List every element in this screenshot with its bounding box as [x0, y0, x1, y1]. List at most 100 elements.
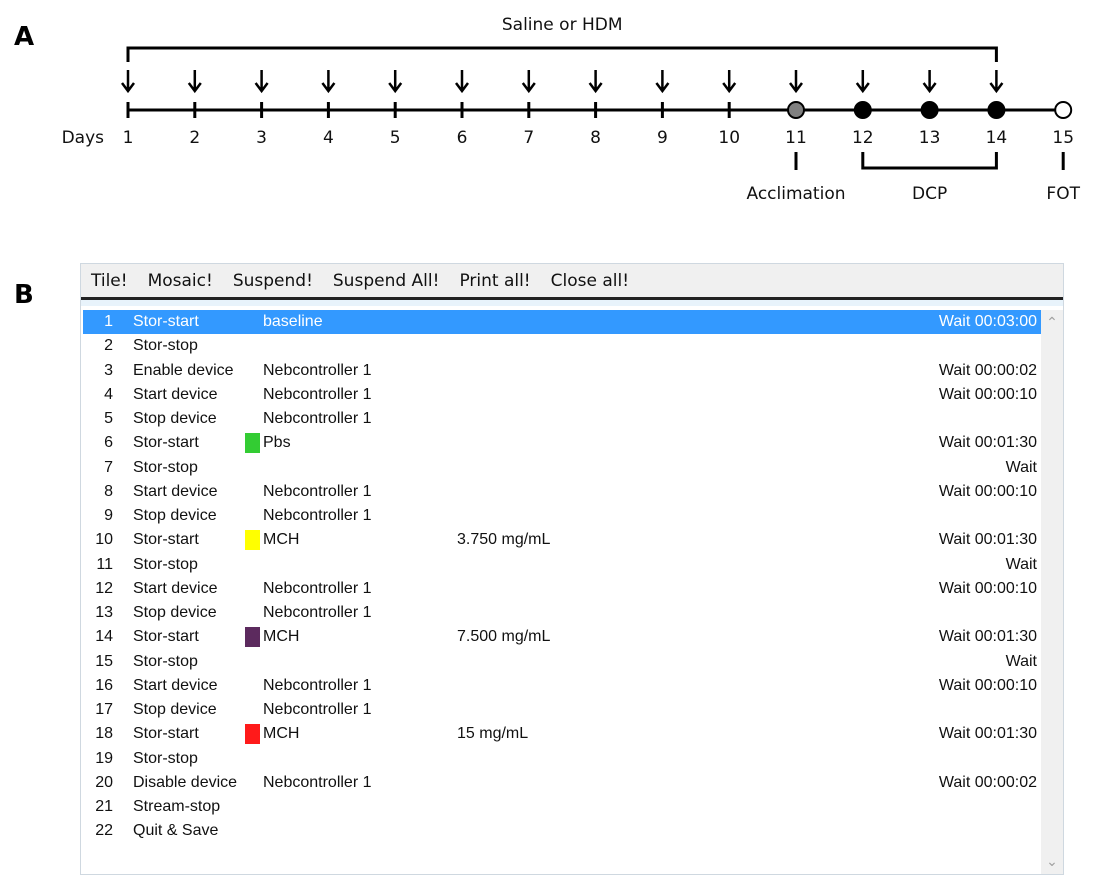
menu-item-suspend-all[interactable]: Suspend All! — [333, 271, 440, 291]
down-arrow-icon — [187, 70, 202, 94]
step-parameter: Pbs — [263, 434, 291, 452]
menu-item-mosaic[interactable]: Mosaic! — [148, 271, 213, 291]
step-number: 22 — [95, 822, 113, 840]
step-number: 9 — [104, 507, 113, 524]
step-concentration: 3.750 mg/mL — [457, 531, 551, 549]
step-row[interactable]: 14 Stor-start MCH 7.500 mg/mL Wait 00:01:30 — [83, 625, 1041, 649]
down-arrow-icon — [789, 70, 803, 94]
color-swatch — [245, 724, 260, 745]
step-row[interactable]: 21 Stream-stop — [83, 795, 1041, 819]
step-row[interactable]: 4 Start device Nebcontroller 1 Wait 00:00:1… — [83, 383, 1041, 407]
protocol-step-list[interactable]: 1 Stor-start baseline Wait 00:03:00 2 Stor-st… — [83, 310, 1041, 844]
step-number: 19 — [95, 749, 113, 767]
step-row[interactable]: 16 Start device Nebcontroller 1 Wait 00:00:… — [83, 674, 1041, 698]
step-row[interactable]: 17 Stop device Nebcontroller 1 — [83, 698, 1041, 722]
day-marker-gray — [787, 101, 805, 119]
step-row[interactable]: 15 Stor-stop Wait — [83, 650, 1041, 674]
step-command: Start device — [133, 676, 218, 694]
step-command: Stor-start — [133, 313, 199, 330]
step-command: Stop device — [133, 507, 217, 524]
step-row[interactable]: 19 Stor-stop — [83, 747, 1041, 771]
axis-label: Days — [62, 128, 105, 148]
down-arrow-icon — [521, 70, 536, 94]
step-wait: Wait 00:00:10 — [938, 385, 1037, 403]
down-arrow-icon — [722, 70, 737, 94]
step-row[interactable]: 1 Stor-start baseline Wait 00:03:00 — [83, 310, 1041, 335]
step-number: 14 — [95, 628, 113, 646]
step-parameter: baseline — [263, 313, 323, 330]
step-number: 6 — [104, 434, 113, 452]
step-parameter: MCH — [263, 628, 300, 646]
step-wait: Wait 00:00:10 — [938, 676, 1037, 694]
step-command: Stor-stop — [133, 652, 198, 670]
color-swatch — [245, 627, 260, 648]
day-label: 7 — [523, 128, 534, 148]
step-number: 4 — [104, 385, 113, 403]
step-wait: Wait 00:01:30 — [938, 725, 1037, 743]
step-wait: Wait — [1005, 555, 1037, 573]
panel-b-label: B — [14, 280, 34, 310]
step-number: 7 — [104, 458, 113, 476]
step-row[interactable]: 6 Stor-start Pbs Wait 00:01:30 — [83, 431, 1041, 455]
menu-item-close-all[interactable]: Close all! — [551, 271, 629, 291]
menu-item-suspend[interactable]: Suspend! — [233, 271, 313, 291]
step-row[interactable]: 3 Enable device Nebcontroller 1 Wait 00:00:… — [83, 359, 1041, 383]
step-row[interactable]: 18 Stor-start MCH 15 mg/mL Wait 00:01:30 — [83, 722, 1041, 746]
step-parameter: MCH — [263, 725, 300, 743]
day-label: 12 — [852, 128, 874, 148]
scroll-up-icon[interactable]: ⌃ — [1041, 314, 1063, 331]
step-row[interactable]: 9 Stop device Nebcontroller 1 — [83, 504, 1041, 528]
fot-label: FOT — [1046, 184, 1080, 204]
step-row[interactable]: 5 Stop device Nebcontroller 1 — [83, 407, 1041, 431]
step-row[interactable]: 20 Disable device Nebcontroller 1 Wait 00:0… — [83, 771, 1041, 795]
dcp-bracket — [861, 152, 998, 170]
step-parameter: Nebcontroller 1 — [263, 482, 372, 500]
step-wait: Wait 00:01:30 — [938, 628, 1037, 646]
step-command: Disable device — [133, 773, 238, 791]
day-label: 5 — [390, 128, 401, 148]
day-marker-black — [920, 101, 939, 119]
step-row[interactable]: 7 Stor-stop Wait — [83, 456, 1041, 480]
menu-item-tile[interactable]: Tile! — [91, 271, 128, 291]
step-parameter: Nebcontroller 1 — [263, 676, 372, 694]
step-command: Start device — [133, 385, 218, 403]
step-row[interactable]: 10 Stor-start MCH 3.750 mg/mL Wait 00:01:30 — [83, 528, 1041, 552]
step-parameter: Nebcontroller 1 — [263, 579, 372, 597]
day-label: 1 — [123, 128, 134, 148]
step-parameter: MCH — [263, 531, 300, 549]
step-row[interactable]: 12 Start device Nebcontroller 1 Wait 00:00:… — [83, 577, 1041, 601]
step-parameter: Nebcontroller 1 — [263, 385, 372, 403]
color-swatch — [245, 433, 260, 454]
step-command: Stop device — [133, 701, 217, 718]
day-label: 11 — [785, 128, 807, 148]
step-number: 3 — [104, 361, 113, 379]
down-arrow-icon — [388, 70, 403, 94]
step-command: Enable device — [133, 361, 234, 379]
step-row[interactable]: 8 Start device Nebcontroller 1 Wait 00:00:1… — [83, 480, 1041, 504]
step-command: Stor-start — [133, 434, 199, 452]
menu-item-print-all[interactable]: Print all! — [459, 271, 530, 291]
scroll-down-icon[interactable]: ⌄ — [1041, 853, 1063, 870]
step-command: Stor-start — [133, 531, 199, 549]
step-row[interactable]: 22 Quit & Save — [83, 819, 1041, 843]
vertical-scrollbar[interactable]: ⌃ ⌄ — [1041, 310, 1063, 874]
dcp-label: DCP — [912, 184, 947, 204]
step-row[interactable]: 13 Stop device Nebcontroller 1 — [83, 601, 1041, 625]
day-marker-black — [853, 101, 872, 119]
step-row[interactable]: 11 Stor-stop Wait — [83, 553, 1041, 577]
day-label: 8 — [590, 128, 601, 148]
down-arrow-icon — [321, 70, 336, 94]
day-label: 6 — [457, 128, 468, 148]
step-wait: Wait 00:00:02 — [938, 361, 1037, 379]
step-command: Start device — [133, 482, 218, 500]
step-number: 16 — [95, 676, 113, 694]
day-marker-white — [1054, 101, 1073, 119]
menu-bar: Tile! Mosaic! Suspend! Suspend All! Print al… — [81, 264, 1063, 300]
step-row[interactable]: 2 Stor-stop — [83, 334, 1041, 358]
step-parameter: Nebcontroller 1 — [263, 361, 372, 379]
step-parameter: Nebcontroller 1 — [263, 507, 372, 524]
step-command: Stor-stop — [133, 337, 198, 355]
protocol-window: Tile! Mosaic! Suspend! Suspend All! Print al… — [80, 263, 1064, 875]
step-command: Start device — [133, 579, 218, 597]
step-wait: Wait 00:01:30 — [938, 531, 1037, 549]
